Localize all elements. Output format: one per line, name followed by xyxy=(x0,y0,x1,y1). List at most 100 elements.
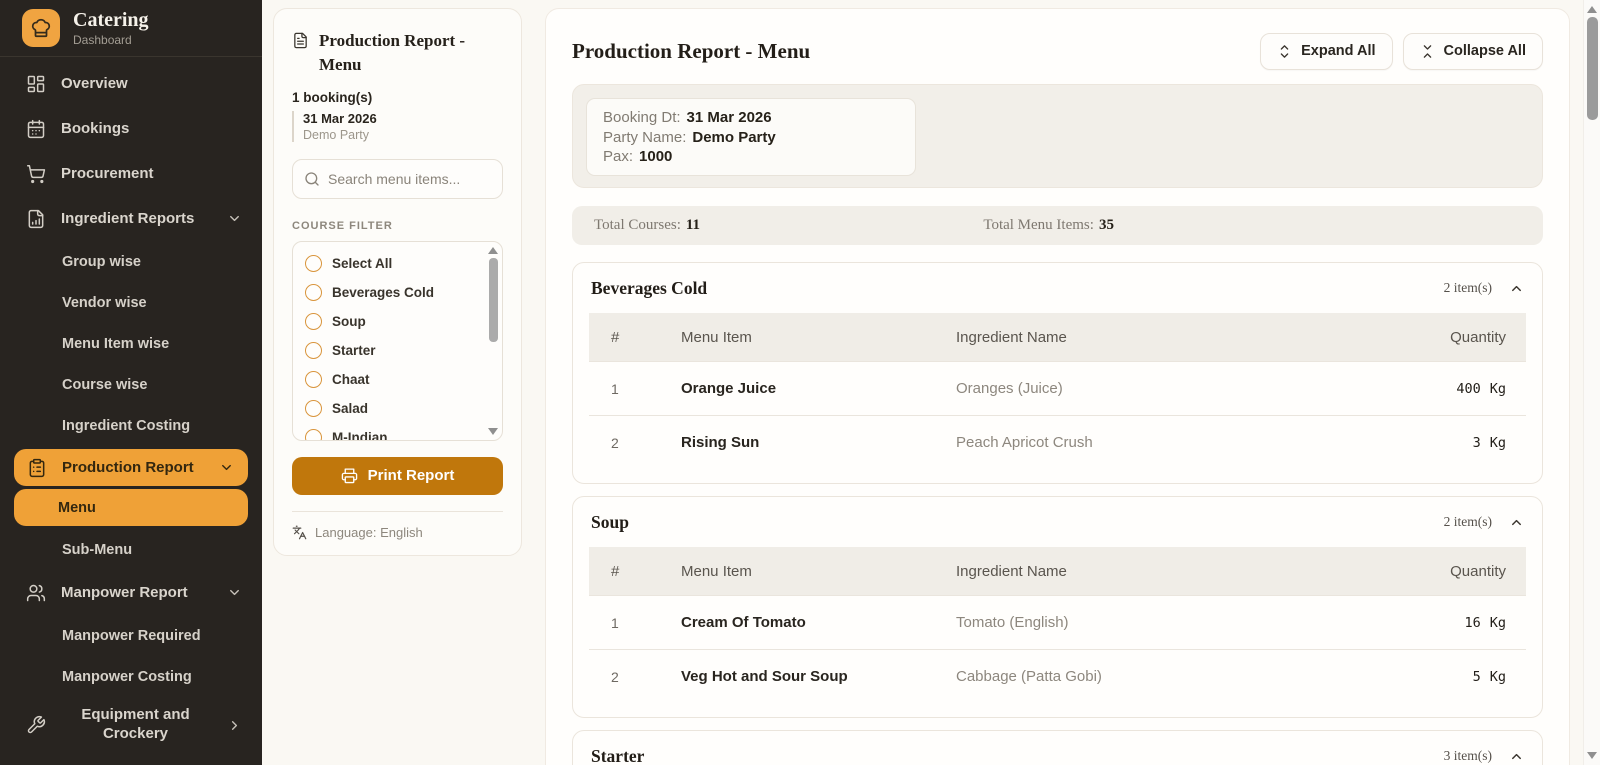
col-menu-item: Menu Item xyxy=(681,562,752,580)
party-name-label: Party Name: xyxy=(603,128,687,146)
sidebar-item-label: Menu Item wise xyxy=(62,335,170,352)
course-option-salad[interactable]: Salad xyxy=(305,394,484,423)
sidebar-header: Catering Dashboard xyxy=(0,0,262,57)
expand-all-button[interactable]: Expand All xyxy=(1260,32,1393,70)
menu-item-name: Cream Of Tomato xyxy=(681,614,806,631)
scroll-down-arrow-icon[interactable] xyxy=(488,427,498,435)
course-filter-label: COURSE FILTER xyxy=(292,219,393,232)
quantity-unit: Kg xyxy=(1489,434,1506,451)
sidebar-item-label: Menu xyxy=(58,499,96,516)
radio-icon[interactable] xyxy=(305,254,322,272)
course-option-label: Chaat xyxy=(332,371,370,387)
course-option-select-all[interactable]: Select All xyxy=(305,249,484,278)
bookings-count: 1 booking(s) xyxy=(292,89,373,105)
booking-entry-date: 31 Mar 2026 xyxy=(303,110,377,126)
col-ingredient: Ingredient Name xyxy=(956,328,1067,346)
booking-date-value: 31 Mar 2026 xyxy=(686,109,772,126)
dashboard-grid-icon xyxy=(26,74,46,94)
chevron-up-icon[interactable] xyxy=(1509,749,1524,764)
scroll-up-arrow-icon[interactable] xyxy=(1587,6,1597,13)
sidebar-item-bookings[interactable]: Bookings xyxy=(0,106,262,151)
section-title: Starter xyxy=(591,745,645,765)
print-report-button[interactable]: Print Report xyxy=(292,456,503,495)
users-icon xyxy=(26,583,46,603)
sidebar-item-menu[interactable]: Menu xyxy=(14,489,248,526)
course-option-m-indian[interactable]: M-Indian xyxy=(305,423,484,440)
sidebar-item-manpower-costing[interactable]: Manpower Costing xyxy=(0,656,262,697)
radio-icon[interactable] xyxy=(305,370,322,388)
page-scrollbar[interactable] xyxy=(1583,0,1600,765)
ingredient-name: Tomato (English) xyxy=(956,614,1069,631)
sidebar-item-procurement[interactable]: Procurement xyxy=(0,151,262,196)
menu-items-table: # Menu Item Ingredient Name Quantity 1 C… xyxy=(589,547,1526,703)
course-section-soup: Soup 2 item(s) # Menu Item Ingredient Na… xyxy=(572,496,1543,718)
sidebar-item-ingredient-costing[interactable]: Ingredient Costing xyxy=(0,405,262,446)
course-option-label: Salad xyxy=(332,400,369,416)
sidebar-item-course-wise[interactable]: Course wise xyxy=(0,364,262,405)
chevron-right-icon xyxy=(227,718,242,733)
search-input[interactable] xyxy=(328,170,491,187)
sidebar-nav: Overview Bookings Procurement Ingredient… xyxy=(0,57,262,753)
sidebar-item-production-report[interactable]: Production Report xyxy=(14,449,248,486)
sidebar: Catering Dashboard Overview Bookings Pro… xyxy=(0,0,262,765)
sidebar-item-vendor-wise[interactable]: Vendor wise xyxy=(0,282,262,323)
section-header[interactable]: Beverages Cold 2 item(s) xyxy=(573,263,1542,313)
brand-subtitle: Dashboard xyxy=(73,32,132,47)
scroll-down-arrow-icon[interactable] xyxy=(1587,752,1597,759)
radio-icon[interactable] xyxy=(305,341,322,359)
sidebar-item-ingredient-reports[interactable]: Ingredient Reports xyxy=(0,196,262,241)
app-logo[interactable] xyxy=(22,9,60,47)
course-option-chaat[interactable]: Chaat xyxy=(305,365,484,394)
radio-icon[interactable] xyxy=(305,283,322,301)
radio-icon[interactable] xyxy=(305,312,322,330)
chevron-up-icon[interactable] xyxy=(1509,281,1524,296)
print-report-label: Print Report xyxy=(367,467,455,485)
course-option-label: Starter xyxy=(332,342,376,358)
sidebar-item-group-wise[interactable]: Group wise xyxy=(0,241,262,282)
sidebar-item-equipment-crockery[interactable]: Equipment and Crockery xyxy=(0,697,262,753)
document-icon xyxy=(292,32,309,77)
sidebar-item-manpower-report[interactable]: Manpower Report xyxy=(0,570,262,615)
table-row: 1 Orange Juice Oranges (Juice) 400 Kg xyxy=(589,361,1526,415)
sidebar-item-label: Production Report xyxy=(62,459,194,476)
section-header[interactable]: Soup 2 item(s) xyxy=(573,497,1542,547)
course-section-beverages-cold: Beverages Cold 2 item(s) # Menu Item Ing… xyxy=(572,262,1543,484)
printer-icon xyxy=(341,467,358,484)
collapse-all-button[interactable]: Collapse All xyxy=(1402,32,1543,70)
sidebar-item-overview[interactable]: Overview xyxy=(0,61,262,106)
section-item-count: 2 item(s) xyxy=(1443,514,1492,529)
quantity-unit: Kg xyxy=(1489,668,1506,685)
sidebar-item-sub-menu[interactable]: Sub-Menu xyxy=(0,529,262,570)
course-option-starter[interactable]: Starter xyxy=(305,336,484,365)
radio-icon[interactable] xyxy=(305,399,322,417)
booking-date-label: Booking Dt: xyxy=(603,109,681,126)
sidebar-item-label: Overview xyxy=(61,75,128,92)
totals-bar: Total Courses: 11 Total Menu Items: 35 xyxy=(572,206,1543,245)
section-header[interactable]: Starter 3 item(s) xyxy=(573,731,1542,765)
sidebar-item-label: Bookings xyxy=(61,120,130,137)
language-row[interactable]: Language: English xyxy=(292,525,503,540)
sidebar-item-manpower-required[interactable]: Manpower Required xyxy=(0,615,262,656)
course-list-scrollbar[interactable] xyxy=(487,244,500,438)
course-option-label: Soup xyxy=(332,313,366,329)
chevron-up-icon[interactable] xyxy=(1509,515,1524,530)
party-name-value: Demo Party xyxy=(692,128,776,146)
booking-entry[interactable]: 31 Mar 2026 Demo Party xyxy=(292,110,503,142)
scroll-up-arrow-icon[interactable] xyxy=(488,246,498,254)
sidebar-item-menu-item-wise[interactable]: Menu Item wise xyxy=(0,323,262,364)
search-box[interactable] xyxy=(292,158,503,199)
calendar-icon xyxy=(26,119,46,139)
scrollbar-thumb[interactable] xyxy=(1587,17,1598,120)
row-index: 2 xyxy=(611,434,619,451)
radio-icon[interactable] xyxy=(305,428,322,440)
quantity-value: 3 xyxy=(1472,434,1481,451)
total-courses-value: 11 xyxy=(685,217,701,233)
course-option-beverages-cold[interactable]: Beverages Cold xyxy=(305,278,484,307)
course-option-soup[interactable]: Soup xyxy=(305,307,484,336)
sidebar-item-label: Group wise xyxy=(62,253,141,270)
scrollbar-thumb[interactable] xyxy=(489,257,498,342)
search-icon xyxy=(304,171,320,187)
collapse-all-label: Collapse All xyxy=(1443,43,1526,59)
brand-title: Catering xyxy=(73,8,149,31)
chevron-down-icon xyxy=(219,460,234,475)
